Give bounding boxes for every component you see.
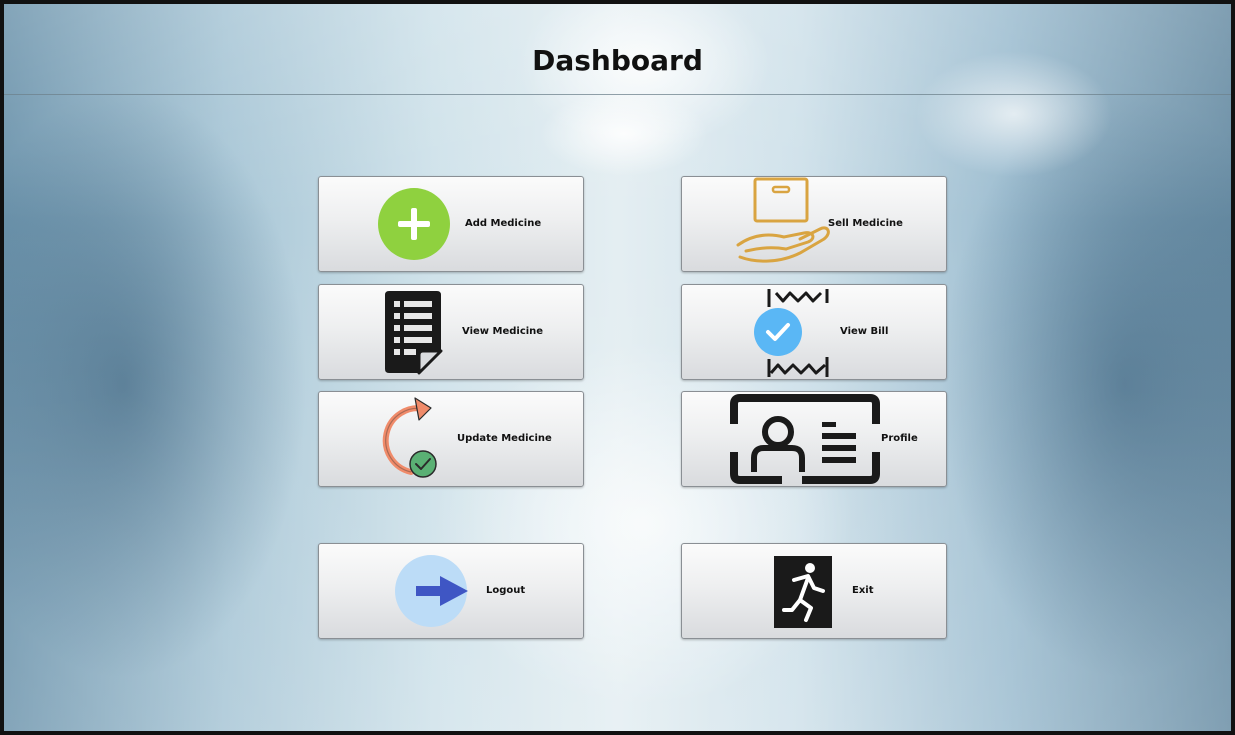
sell-medicine-button[interactable]: Sell Medicine: [681, 176, 947, 272]
dashboard-window: Dashboard Add Medicine Sell Medicine Vie…: [0, 0, 1235, 735]
view-bill-button[interactable]: View Bill: [681, 284, 947, 380]
exit-label: Exit: [852, 585, 874, 596]
exit-button[interactable]: Exit: [681, 543, 947, 639]
logout-button[interactable]: Logout: [318, 543, 584, 639]
plus-circle-icon: [378, 188, 450, 260]
logout-label: Logout: [486, 585, 526, 596]
view-medicine-button[interactable]: View Medicine: [318, 284, 584, 380]
update-medicine-label: Update Medicine: [457, 433, 552, 444]
view-medicine-label: View Medicine: [462, 326, 544, 337]
update-medicine-button[interactable]: Update Medicine: [318, 391, 584, 487]
title-divider: [4, 94, 1231, 95]
page-title: Dashboard: [532, 44, 703, 77]
add-medicine-label: Add Medicine: [465, 218, 542, 229]
add-medicine-button[interactable]: Add Medicine: [318, 176, 584, 272]
receipt-check-icon: [754, 289, 829, 377]
box-in-hand-icon: [736, 177, 830, 263]
profile-label: Profile: [881, 433, 918, 444]
background-image: [4, 4, 1231, 731]
document-list-icon: [385, 291, 443, 375]
running-exit-icon: [774, 556, 832, 628]
profile-button[interactable]: Profile: [681, 391, 947, 487]
view-bill-label: View Bill: [840, 326, 889, 337]
sell-medicine-label: Sell Medicine: [828, 218, 903, 229]
arrow-right-icon: [395, 555, 468, 627]
